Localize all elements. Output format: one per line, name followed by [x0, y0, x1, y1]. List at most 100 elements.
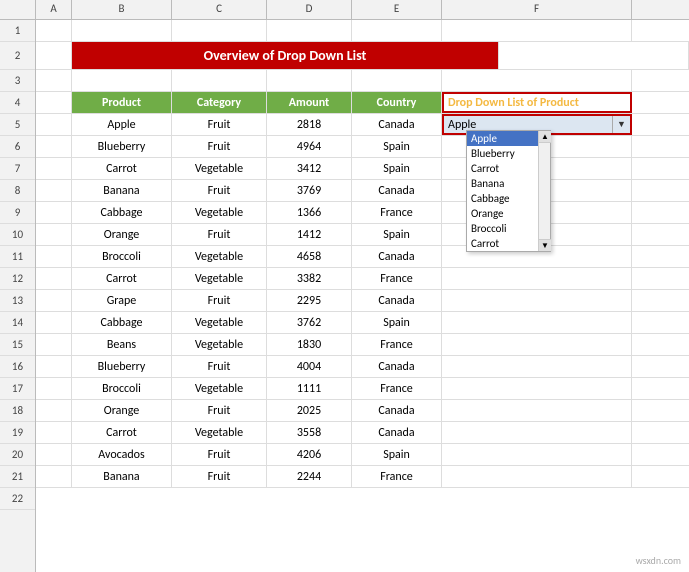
r5-amount: 2818 — [267, 114, 352, 135]
row-19: Carrot Vegetable 3558 Canada — [36, 422, 689, 444]
r1-a — [36, 20, 72, 41]
corner-cell — [0, 0, 36, 19]
r8-category: Fruit — [172, 180, 267, 201]
r17-category: Vegetable — [172, 378, 267, 399]
row-1 — [36, 20, 689, 42]
row-num-20: 20 — [0, 444, 35, 466]
r12-product: Carrot — [72, 268, 172, 289]
dropdown-item-4[interactable]: Cabbage — [467, 191, 541, 206]
row-14: Cabbage Vegetable 3762 Spain — [36, 312, 689, 334]
row-3 — [36, 70, 689, 92]
r3-e — [352, 70, 442, 91]
row-11: Broccoli Vegetable 4658 Canada — [36, 246, 689, 268]
r21-f — [442, 466, 632, 487]
r14-amount: 3762 — [267, 312, 352, 333]
r6-product: Blueberry — [72, 136, 172, 157]
r14-country: Spain — [352, 312, 442, 333]
col-header-c: C — [172, 0, 267, 19]
r12-country: France — [352, 268, 442, 289]
col-header-a: A — [36, 0, 72, 19]
r8-a — [36, 180, 72, 201]
r13-a — [36, 290, 72, 311]
r9-category: Vegetable — [172, 202, 267, 223]
r12-a — [36, 268, 72, 289]
r14-f — [442, 312, 632, 333]
row-num-22: 22 — [0, 488, 35, 510]
row-16: Blueberry Fruit 4004 Canada — [36, 356, 689, 378]
r21-amount: 2244 — [267, 466, 352, 487]
r12-f — [442, 268, 632, 289]
r12-amount: 3382 — [267, 268, 352, 289]
r18-f — [442, 400, 632, 421]
r6-a — [36, 136, 72, 157]
r13-country: Canada — [352, 290, 442, 311]
r4-a — [36, 92, 72, 113]
header-country: Country — [352, 92, 442, 113]
row-num-12: 12 — [0, 268, 35, 290]
dropdown-item-2[interactable]: Carrot — [467, 161, 541, 176]
r1-e — [352, 20, 442, 41]
r10-category: Fruit — [172, 224, 267, 245]
r1-d — [267, 20, 352, 41]
r20-category: Fruit — [172, 444, 267, 465]
row-num-5: 5 — [0, 114, 35, 136]
spreadsheet: A B C D E F 1234567891011121314151617181… — [0, 0, 689, 572]
r3-c — [172, 70, 267, 91]
r6-country: Spain — [352, 136, 442, 157]
dropdown-item-3[interactable]: Banana — [467, 176, 541, 191]
r10-a — [36, 224, 72, 245]
r11-a — [36, 246, 72, 267]
header-amount: Amount — [267, 92, 352, 113]
row-num-16: 16 — [0, 356, 35, 378]
r15-country: France — [352, 334, 442, 355]
watermark: wsxdn.com — [636, 554, 681, 567]
r20-f — [442, 444, 632, 465]
row-4: Product Category Amount Country Drop Dow… — [36, 92, 689, 114]
row-num-21: 21 — [0, 466, 35, 488]
r16-category: Fruit — [172, 356, 267, 377]
dropdown-item-1[interactable]: Blueberry — [467, 146, 541, 161]
r18-a — [36, 400, 72, 421]
r14-a — [36, 312, 72, 333]
r20-amount: 4206 — [267, 444, 352, 465]
r20-product: Avocados — [72, 444, 172, 465]
dropdown-item-5[interactable]: Orange — [467, 206, 541, 221]
r7-country: Spain — [352, 158, 442, 179]
title-cell: Overview of Drop Down List — [72, 42, 499, 69]
r15-a — [36, 334, 72, 355]
grid-area: Overview of Drop Down List Product Categ… — [36, 20, 689, 572]
col-header-e: E — [352, 0, 442, 19]
r3-d — [267, 70, 352, 91]
row-num-11: 11 — [0, 246, 35, 268]
r17-a — [36, 378, 72, 399]
r5-category: Fruit — [172, 114, 267, 135]
r13-f — [442, 290, 632, 311]
dropdown-scrollbar[interactable]: ▲ ▼ — [538, 131, 550, 251]
r7-a — [36, 158, 72, 179]
row-num-9: 9 — [0, 202, 35, 224]
r12-category: Vegetable — [172, 268, 267, 289]
dropdown-item-7[interactable]: Carrot — [467, 236, 541, 251]
r11-country: Canada — [352, 246, 442, 267]
r5-product: Apple — [72, 114, 172, 135]
row-13: Grape Fruit 2295 Canada — [36, 290, 689, 312]
r8-product: Banana — [72, 180, 172, 201]
row-17: Broccoli Vegetable 1111 France — [36, 378, 689, 400]
column-header-row: A B C D E F — [0, 0, 689, 20]
r19-amount: 3558 — [267, 422, 352, 443]
r7-category: Vegetable — [172, 158, 267, 179]
scrollbar-down-button[interactable]: ▼ — [539, 239, 551, 251]
dropdown-item-0[interactable]: Apple — [467, 131, 541, 146]
r9-product: Cabbage — [72, 202, 172, 223]
dropdown-popup[interactable]: AppleBlueberryCarrotBananaCabbageOrangeB… — [466, 130, 551, 252]
scrollbar-up-button[interactable]: ▲ — [539, 131, 551, 143]
row-num-17: 17 — [0, 378, 35, 400]
r18-category: Fruit — [172, 400, 267, 421]
body-area: 12345678910111213141516171819202122 Over… — [0, 20, 689, 572]
r11-amount: 4658 — [267, 246, 352, 267]
r19-a — [36, 422, 72, 443]
r6-category: Fruit — [172, 136, 267, 157]
dropdown-arrow-button[interactable]: ▼ — [612, 116, 630, 133]
dropdown-item-6[interactable]: Broccoli — [467, 221, 541, 236]
row-num-14: 14 — [0, 312, 35, 334]
